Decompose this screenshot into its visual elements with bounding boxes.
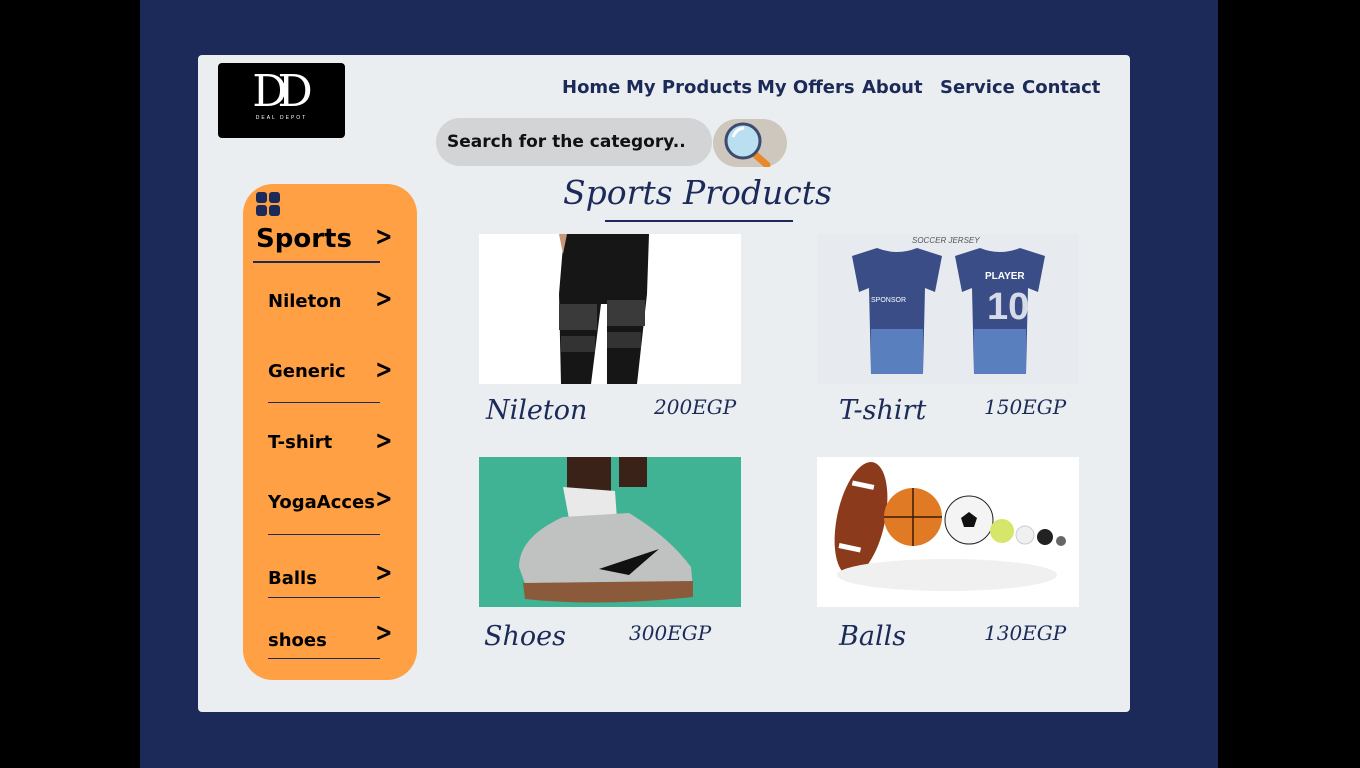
sidebar-item-nileton[interactable]: Nileton: [268, 291, 341, 312]
svg-text:SPONSOR: SPONSOR: [871, 297, 906, 304]
nav-home[interactable]: Home: [562, 77, 620, 98]
product-name[interactable]: Nileton: [486, 395, 587, 426]
main-card: DD DEAL DEPOT Home My Products My Offers…: [198, 55, 1130, 712]
svg-text:SOCCER JERSEY: SOCCER JERSEY: [912, 236, 980, 245]
product-name[interactable]: Shoes: [484, 621, 566, 652]
svg-text:10: 10: [987, 286, 1029, 328]
chevron-right-icon[interactable]: >: [375, 222, 392, 252]
product-image-nileton[interactable]: [479, 234, 741, 384]
product-name[interactable]: T-shirt: [839, 395, 926, 426]
product-image-t-shirt[interactable]: SOCCER JERSEY SPONSOR PLAYER 10: [817, 234, 1079, 384]
logo[interactable]: DD DEAL DEPOT: [218, 63, 345, 138]
nav-contact[interactable]: Contact: [1022, 77, 1100, 98]
search-icon: [724, 122, 771, 167]
product-price: 150EGP: [984, 395, 1067, 419]
product-image-balls[interactable]: [817, 457, 1079, 607]
chevron-right-icon[interactable]: >: [375, 284, 392, 314]
divider: [268, 402, 380, 403]
chevron-right-icon[interactable]: >: [375, 558, 392, 588]
product-price: 300EGP: [629, 621, 712, 645]
category-sidebar: Sports > Nileton > Generic > T-shirt > Y…: [243, 184, 417, 680]
chevron-right-icon[interactable]: >: [375, 426, 392, 456]
divider: [268, 597, 380, 598]
page-title: Sports Products: [563, 173, 832, 212]
nav-my-offers[interactable]: My Offers: [757, 77, 855, 98]
search-input[interactable]: Search for the category..: [436, 118, 712, 166]
chevron-right-icon[interactable]: >: [375, 355, 392, 385]
sidebar-title[interactable]: Sports: [256, 224, 352, 254]
product-price: 130EGP: [984, 621, 1067, 645]
svg-text:PLAYER: PLAYER: [985, 271, 1025, 282]
sidebar-item-shoes[interactable]: shoes: [268, 630, 327, 651]
chevron-right-icon[interactable]: >: [375, 484, 392, 514]
sidebar-item-balls[interactable]: Balls: [268, 568, 317, 589]
divider: [268, 534, 380, 535]
nav-service[interactable]: Service: [940, 77, 1015, 98]
logo-tagline: DEAL DEPOT: [255, 115, 308, 121]
nav-my-products[interactable]: My Products: [626, 77, 752, 98]
nav-about[interactable]: About: [862, 77, 923, 98]
sidebar-item-t-shirt[interactable]: T-shirt: [268, 432, 332, 453]
sidebar-item-generic[interactable]: Generic: [268, 361, 346, 382]
title-underline: [605, 220, 793, 222]
product-price: 200EGP: [654, 395, 737, 419]
product-name[interactable]: Balls: [839, 621, 906, 652]
product-image-shoes[interactable]: [479, 457, 741, 607]
logo-mark: DD: [252, 66, 313, 117]
search-button[interactable]: [713, 119, 787, 167]
divider: [268, 658, 380, 659]
grid-icon: [256, 192, 282, 218]
divider: [253, 261, 380, 263]
sidebar-item-yogaacces[interactable]: YogaAcces: [268, 492, 375, 513]
chevron-right-icon[interactable]: >: [375, 618, 392, 648]
